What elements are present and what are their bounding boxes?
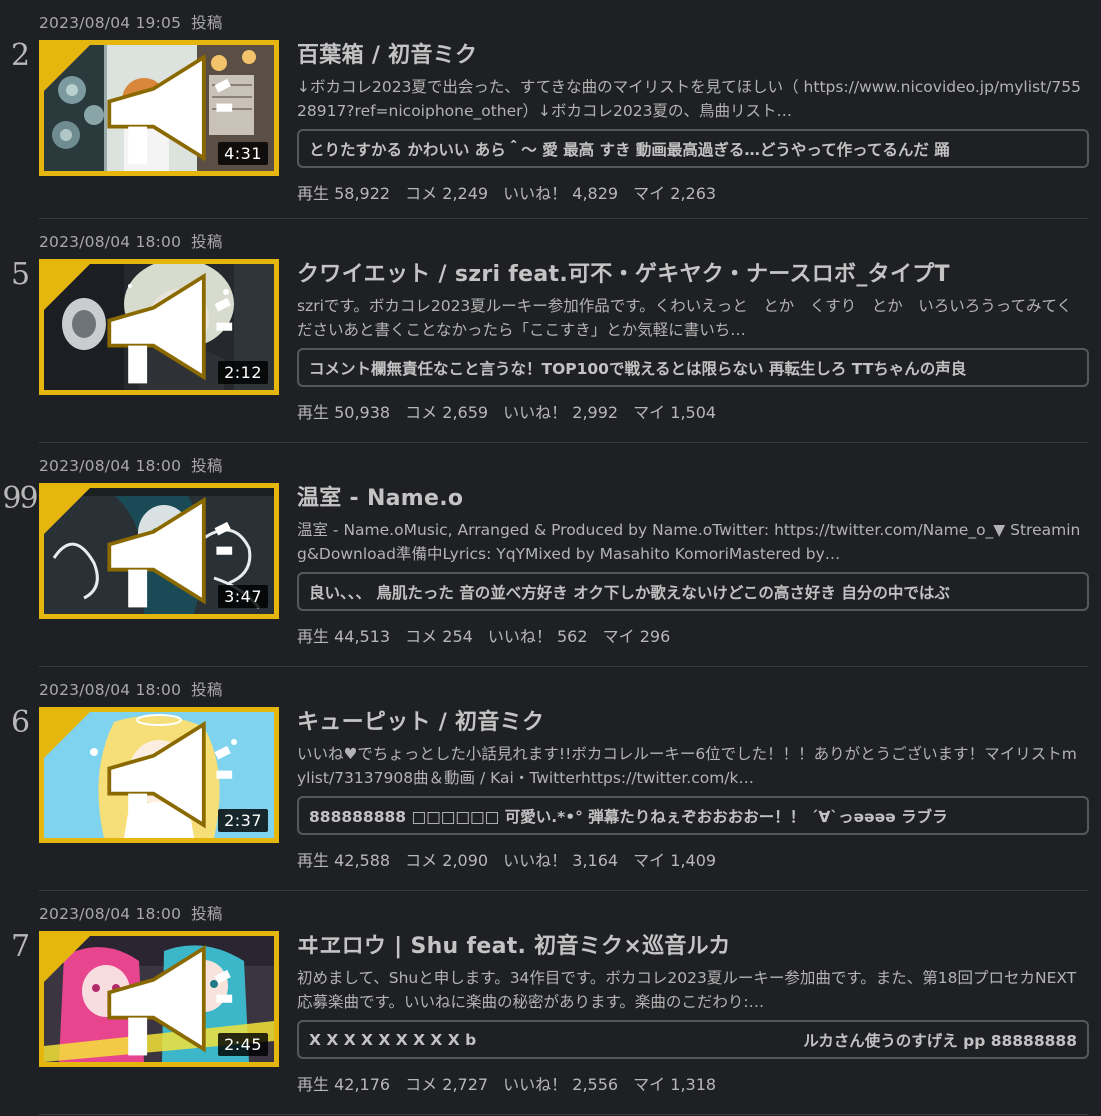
video-duration: 2:12 bbox=[218, 361, 268, 384]
video-thumbnail[interactable]: 2:45 bbox=[39, 931, 279, 1067]
video-description: ↓ボカコレ2023夏で出会った、すてきな曲のマイリストを見てほしい（ https… bbox=[297, 78, 1081, 120]
video-description: szriです。ボカコレ2023夏ルーキー参加作品です。くわいえっと とか くすり… bbox=[297, 297, 1073, 339]
mylist-count: マイ 2,263 bbox=[633, 184, 717, 203]
video-item: 2023/08/04 18:00 投稿 99 3:47 温室 - Name.o … bbox=[0, 443, 1101, 667]
mylist-count: マイ 1,409 bbox=[633, 851, 717, 870]
video-stats: 再生 58,922 コメ 2,249 いいね！ 4,829 マイ 2,263 bbox=[297, 180, 726, 204]
latest-comments: X X X X X X X X X b ルカさん使うのすげえ pp 888888… bbox=[297, 1020, 1089, 1059]
video-title[interactable]: 温室 - Name.o bbox=[297, 480, 463, 512]
like-count: いいね！ 4,829 bbox=[503, 184, 619, 203]
latest-comments: 888888888 □□□□□□ 可愛い.*•° 弾幕たりねぇぞおおおおー！！ … bbox=[297, 796, 1089, 835]
comment-count: コメ 254 bbox=[405, 627, 473, 646]
like-count: いいね！ 2,556 bbox=[503, 1075, 619, 1094]
mylist-count: マイ 1,504 bbox=[633, 403, 717, 422]
rank-number: 2 bbox=[10, 38, 30, 73]
video-duration: 2:45 bbox=[218, 1033, 268, 1056]
video-item: 2023/08/04 18:00 投稿 7 2:45 ヰヱロウ | Shu fe… bbox=[0, 891, 1101, 1115]
play-count: 再生 44,513 bbox=[297, 627, 391, 646]
rank-number: 5 bbox=[10, 257, 30, 292]
post-date: 2023/08/04 18:00 投稿 bbox=[39, 905, 223, 923]
video-stats: 再生 44,513 コメ 254 いいね！ 562 マイ 296 bbox=[297, 623, 680, 647]
rank-number: 7 bbox=[10, 929, 30, 964]
like-count: いいね！ 562 bbox=[487, 627, 588, 646]
video-duration: 3:47 bbox=[218, 585, 268, 608]
rank-number: 6 bbox=[10, 705, 30, 740]
video-description: 温室 - Name.oMusic, Arranged & Produced by… bbox=[297, 521, 1081, 563]
comment-count: コメ 2,727 bbox=[405, 1075, 489, 1094]
like-count: いいね！ 3,164 bbox=[503, 851, 619, 870]
video-thumbnail[interactable]: 4:31 bbox=[39, 40, 279, 176]
comment-count: コメ 2,090 bbox=[405, 851, 489, 870]
video-item: 2023/08/04 18:00 投稿 5 2:12 クワイエット / szri… bbox=[0, 219, 1101, 443]
play-count: 再生 58,922 bbox=[297, 184, 391, 203]
video-thumbnail[interactable]: 3:47 bbox=[39, 483, 279, 619]
post-date: 2023/08/04 18:00 投稿 bbox=[39, 457, 223, 475]
comment-count: コメ 2,249 bbox=[405, 184, 489, 203]
divider bbox=[39, 1114, 1088, 1115]
video-ranking-list: 2023/08/04 19:05 投稿 2 4:31 百葉箱 / 初音ミク ↓ボ… bbox=[0, 0, 1101, 1115]
video-stats: 再生 42,176 コメ 2,727 いいね！ 2,556 マイ 1,318 bbox=[297, 1071, 726, 1095]
video-item: 2023/08/04 18:00 投稿 6 2:37 キューピット / 初音ミク… bbox=[0, 667, 1101, 891]
video-thumbnail[interactable]: 2:37 bbox=[39, 707, 279, 843]
play-count: 再生 50,938 bbox=[297, 403, 391, 422]
video-title[interactable]: 百葉箱 / 初音ミク bbox=[297, 37, 477, 69]
video-title[interactable]: キューピット / 初音ミク bbox=[297, 704, 544, 736]
latest-comments: 良い、、、 鳥肌たった 音の並べ方好き オク下しか歌えないけどこの高さ好き 自分… bbox=[297, 572, 1089, 611]
mylist-count: マイ 296 bbox=[602, 627, 671, 646]
video-thumbnail[interactable]: 2:12 bbox=[39, 259, 279, 395]
video-description: 初めまして、Shuと申します。34作目です。ボカコレ2023夏ルーキー参加曲です… bbox=[297, 969, 1077, 1011]
rank-number: 99 bbox=[2, 481, 38, 516]
video-title[interactable]: クワイエット / szri feat.可不・ゲキヤク・ナースロボ_タイプT bbox=[297, 256, 950, 288]
video-title[interactable]: ヰヱロウ | Shu feat. 初音ミク×巡音ルカ bbox=[297, 928, 731, 960]
post-date: 2023/08/04 19:05 投稿 bbox=[39, 14, 223, 32]
play-count: 再生 42,588 bbox=[297, 851, 391, 870]
video-stats: 再生 42,588 コメ 2,090 いいね！ 3,164 マイ 1,409 bbox=[297, 847, 726, 871]
latest-comments: コメント欄無責任なこと言うな！TOP100で戦えるとは限らない 再転生しろ TT… bbox=[297, 348, 1089, 387]
post-date: 2023/08/04 18:00 投稿 bbox=[39, 681, 223, 699]
comment-count: コメ 2,659 bbox=[405, 403, 489, 422]
mylist-count: マイ 1,318 bbox=[633, 1075, 717, 1094]
play-count: 再生 42,176 bbox=[297, 1075, 391, 1094]
video-description: いいね♥でちょっとした小話見れます!!ボカコレルーキー6位でした！！！ありがとう… bbox=[297, 745, 1077, 787]
video-duration: 2:37 bbox=[218, 809, 268, 832]
video-stats: 再生 50,938 コメ 2,659 いいね！ 2,992 マイ 1,504 bbox=[297, 399, 726, 423]
like-count: いいね！ 2,992 bbox=[503, 403, 619, 422]
video-duration: 4:31 bbox=[218, 142, 268, 165]
latest-comments: とりたすかる かわいい あら＾～ 愛 最高 すき 動画最高過ぎる…どうやって作っ… bbox=[297, 129, 1089, 168]
post-date: 2023/08/04 18:00 投稿 bbox=[39, 233, 223, 251]
video-item: 2023/08/04 19:05 投稿 2 4:31 百葉箱 / 初音ミク ↓ボ… bbox=[0, 0, 1101, 219]
